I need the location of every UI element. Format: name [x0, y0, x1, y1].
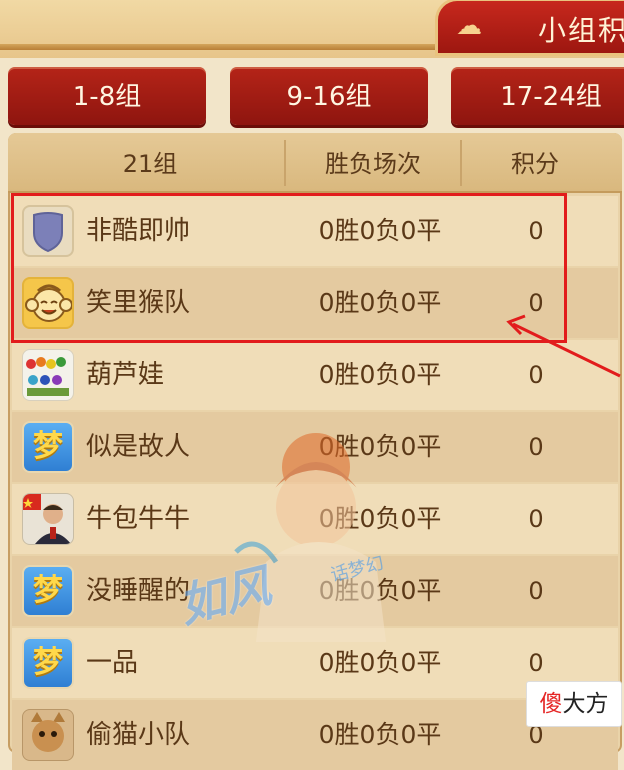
site-badge: 傻大方: [526, 681, 622, 727]
annotation-arrow-icon: [506, 314, 621, 378]
team-name: 葫芦娃: [86, 360, 165, 390]
tab-group-9-16[interactable]: 9-16组: [230, 67, 428, 125]
team-name: 没睡醒的: [86, 576, 191, 606]
team-points: 0: [528, 577, 544, 605]
column-header-group: 21组: [122, 150, 178, 178]
team-record: 0胜0负0平: [318, 720, 442, 749]
column-header-points: 积分: [511, 150, 559, 178]
site-badge-text: 大方: [562, 691, 609, 717]
team-points: 0: [528, 433, 544, 461]
cloud-ornament-icon: ☁: [456, 11, 482, 41]
dream-icon: 梦: [22, 637, 74, 689]
page-title: 小组积: [538, 14, 624, 47]
tab-group-1-8[interactable]: 1-8组: [8, 67, 206, 125]
team-name: 一品: [86, 648, 139, 678]
title-tab: ☁ 小组积: [435, 0, 624, 56]
tab-group-17-24[interactable]: 17-24组: [451, 67, 624, 125]
cat-icon: [22, 709, 74, 761]
team-record: 0胜0负0平: [318, 360, 442, 389]
dream-icon: 梦: [22, 421, 74, 473]
header-divider: [0, 44, 436, 50]
gourd-brothers-icon: [22, 349, 74, 401]
portrait-photo: [22, 493, 74, 545]
highlight-box: [11, 193, 567, 343]
dream-icon: 梦: [22, 565, 74, 617]
team-name: 偷猫小队: [86, 720, 191, 750]
team-points: 0: [528, 505, 544, 533]
site-badge-text: 傻: [539, 691, 563, 717]
column-header-record: 胜负场次: [325, 150, 421, 178]
team-name: 牛包牛牛: [86, 504, 191, 534]
team-name: 似是故人: [86, 432, 191, 462]
